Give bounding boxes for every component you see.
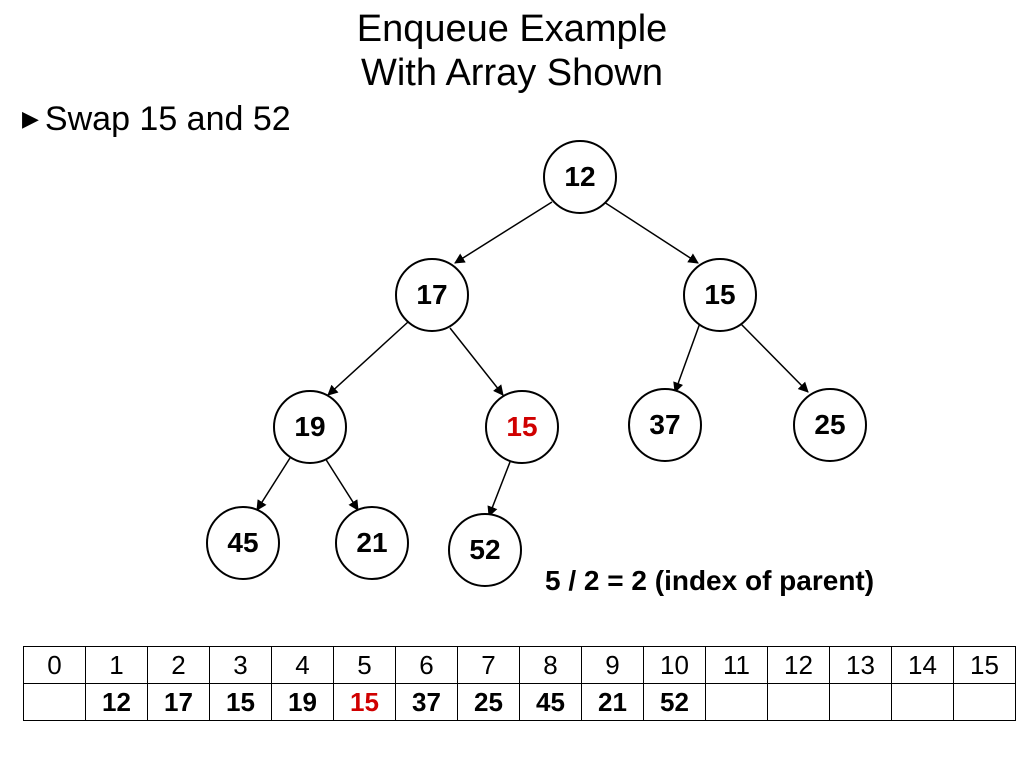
bullet-line: ▶Swap 15 and 52 (22, 100, 291, 139)
bullet-text: Swap 15 and 52 (45, 100, 291, 138)
array-index-cell: 12 (768, 647, 830, 684)
array-index-cell: 15 (954, 647, 1016, 684)
array-value-cell: 21 (582, 684, 644, 721)
array-value-cell: 25 (458, 684, 520, 721)
array-index-cell: 13 (830, 647, 892, 684)
tree-node-7: 25 (793, 388, 867, 462)
array-value-row: 12 17 15 19 15 37 25 45 21 52 (24, 684, 1016, 721)
array-value-cell (706, 684, 768, 721)
array-index-cell: 2 (148, 647, 210, 684)
array-index-cell: 3 (210, 647, 272, 684)
array-index-cell: 1 (86, 647, 148, 684)
array-index-cell: 14 (892, 647, 954, 684)
title-line-2: With Array Shown (361, 52, 663, 94)
array-value-cell: 52 (644, 684, 706, 721)
array-index-cell: 6 (396, 647, 458, 684)
tree-node-2: 17 (395, 258, 469, 332)
array-index-row: 0 1 2 3 4 5 6 7 8 9 10 11 12 13 14 15 (24, 647, 1016, 684)
tree-node-6: 37 (628, 388, 702, 462)
array-value-cell: 12 (86, 684, 148, 721)
array-index-cell: 9 (582, 647, 644, 684)
array-index-cell: 7 (458, 647, 520, 684)
array-value-cell: 37 (396, 684, 458, 721)
array-value-cell (24, 684, 86, 721)
tree-node-9: 21 (335, 506, 409, 580)
tree-node-10: 52 (448, 513, 522, 587)
array-value-cell: 45 (520, 684, 582, 721)
slide-title: Enqueue Example With Array Shown (0, 8, 1024, 95)
array-index-cell: 10 (644, 647, 706, 684)
index-annotation: 5 / 2 = 2 (index of parent) (545, 565, 874, 597)
array-value-cell: 15 (210, 684, 272, 721)
array-value-cell: 17 (148, 684, 210, 721)
array-index-cell: 5 (334, 647, 396, 684)
tree-node-1: 12 (543, 140, 617, 214)
bullet-triangle-icon: ▶ (22, 106, 39, 132)
array-value-cell (954, 684, 1016, 721)
array-value-cell (892, 684, 954, 721)
tree-node-5: 15 (485, 390, 559, 464)
array-index-cell: 0 (24, 647, 86, 684)
array-index-cell: 8 (520, 647, 582, 684)
tree-node-4: 19 (273, 390, 347, 464)
array-value-cell-highlight: 15 (334, 684, 396, 721)
array-value-cell (830, 684, 892, 721)
array-table: 0 1 2 3 4 5 6 7 8 9 10 11 12 13 14 15 12… (23, 646, 1016, 721)
tree-node-8: 45 (206, 506, 280, 580)
array-value-cell: 19 (272, 684, 334, 721)
title-line-1: Enqueue Example (357, 8, 668, 50)
array-index-cell: 11 (706, 647, 768, 684)
tree-node-3: 15 (683, 258, 757, 332)
array-index-cell: 4 (272, 647, 334, 684)
array-value-cell (768, 684, 830, 721)
